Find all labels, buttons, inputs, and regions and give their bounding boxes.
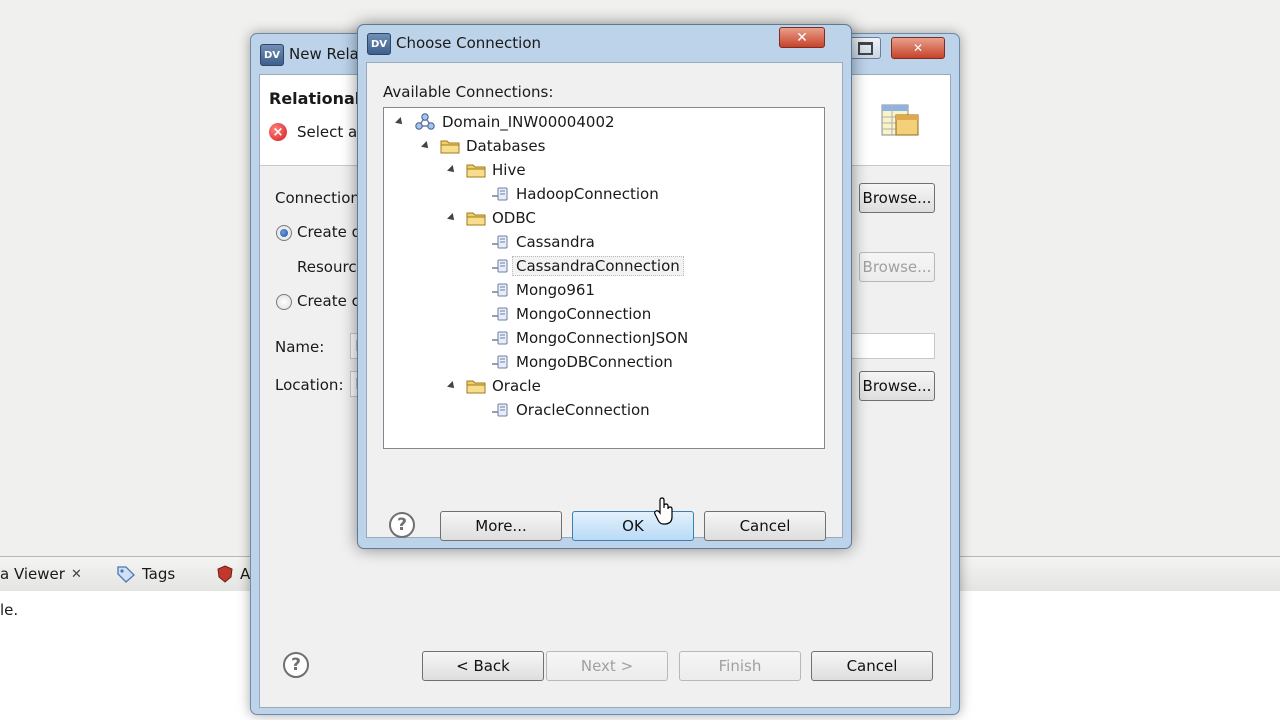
available-connections-label: Available Connections: [383, 83, 554, 101]
view-content-text: le. [0, 601, 19, 619]
tree-item-label: Hive [492, 161, 526, 179]
connection-label: Connection [275, 189, 360, 207]
name-label: Name: [275, 338, 325, 356]
connection-tree[interactable]: Domain_INW00004002 Databases Hive Hadoop… [383, 107, 825, 449]
finish-button[interactable]: Finish [679, 651, 801, 681]
expand-icon[interactable] [447, 381, 457, 391]
maximize-icon [857, 41, 873, 55]
tree-item-mongoconnectionjson[interactable]: MongoConnectionJSON [490, 327, 688, 349]
maximize-button[interactable] [849, 37, 881, 59]
expand-icon[interactable] [395, 117, 405, 127]
help-icon[interactable]: ? [283, 652, 309, 678]
tree-item-odbc[interactable]: ODBC [447, 207, 536, 229]
tree-item-label: ODBC [492, 209, 536, 227]
choose-connection-dialog: DV Choose Connection ✕ Available Connect… [357, 24, 852, 549]
location-label: Location: [275, 376, 344, 394]
help-icon[interactable]: ? [389, 512, 415, 538]
connection-icon [492, 187, 508, 201]
tree-item-label: CassandraConnection [512, 256, 684, 276]
error-icon: × [269, 123, 287, 141]
data-object-icon [881, 104, 919, 136]
tree-item-label: Mongo961 [516, 281, 595, 299]
tree-item-label: MongoDBConnection [516, 353, 673, 371]
tree-item-hadoopconnection[interactable]: HadoopConnection [490, 183, 659, 205]
tree-item-oracleconnection[interactable]: OracleConnection [490, 399, 650, 421]
connection-icon [492, 307, 508, 321]
tree-item-mongodbconnection[interactable]: MongoDBConnection [490, 351, 673, 373]
connection-icon [492, 259, 508, 273]
expand-icon[interactable] [447, 213, 457, 223]
create-custom-radio[interactable] [276, 294, 292, 310]
location-browse-button[interactable]: Browse... [859, 371, 935, 401]
expand-icon[interactable] [421, 141, 431, 151]
folder-icon [466, 164, 486, 177]
create-data-radio[interactable] [276, 225, 292, 241]
dialog-close-button[interactable]: ✕ [779, 27, 825, 48]
connection-icon [492, 235, 508, 249]
tree-item-mongo961[interactable]: Mongo961 [490, 279, 595, 301]
wizard-header-message: Select a [297, 123, 358, 141]
tree-item-label: Oracle [492, 377, 541, 395]
dv-logo-icon: DV [367, 33, 391, 55]
close-icon: ✕ [912, 41, 924, 55]
mouse-pointer-icon [654, 497, 673, 525]
tab-other-label: A [240, 565, 251, 583]
dialog-title: Choose Connection [396, 34, 542, 52]
dialog-cancel-button[interactable]: Cancel [704, 511, 826, 541]
dv-logo-icon: DV [260, 44, 284, 66]
tree-item-cassandraconnection[interactable]: CassandraConnection [490, 255, 684, 277]
tab-data-viewer[interactable]: a Viewer ✕ [0, 565, 82, 583]
close-icon: ✕ [796, 29, 808, 46]
tree-item-mongoconnection[interactable]: MongoConnection [490, 303, 651, 325]
connection-icon [492, 355, 508, 369]
close-icon[interactable]: ✕ [71, 567, 82, 582]
connection-icon [492, 331, 508, 345]
tag-icon [117, 566, 135, 583]
more-button[interactable]: More... [440, 511, 562, 541]
connection-icon [492, 283, 508, 297]
folder-icon [440, 140, 460, 153]
tree-item-label: MongoConnectionJSON [516, 329, 689, 347]
wizard-header-title: Relational [269, 89, 361, 108]
domain-icon [415, 113, 435, 130]
wizard-cancel-button[interactable]: Cancel [811, 651, 933, 681]
tree-item-cassandra[interactable]: Cassandra [490, 231, 595, 253]
tree-item-label: OracleConnection [516, 401, 650, 419]
resource-browse-button[interactable]: Browse... [859, 252, 935, 282]
tree-item-databases[interactable]: Databases [421, 135, 546, 157]
dialog-body: Available Connections: Domain_INW0000400… [366, 62, 843, 541]
wizard-close-button[interactable]: ✕ [891, 37, 945, 59]
connection-browse-button[interactable]: Browse... [859, 183, 935, 213]
tree-item-label: Cassandra [516, 233, 595, 251]
tree-item-hive[interactable]: Hive [447, 159, 526, 181]
folder-icon [466, 212, 486, 225]
tab-other[interactable]: A [216, 565, 250, 583]
tree-item-label: Domain_INW00004002 [442, 113, 615, 131]
tab-tags-label: Tags [142, 565, 176, 583]
tree-item-domain[interactable]: Domain_INW00004002 [395, 111, 615, 133]
tree-item-oracle[interactable]: Oracle [447, 375, 541, 397]
tab-tags[interactable]: Tags [116, 565, 175, 583]
tab-data-viewer-label: a Viewer [0, 565, 65, 583]
back-button[interactable]: < Back [422, 651, 544, 681]
tree-item-label: HadoopConnection [516, 185, 659, 203]
next-button[interactable]: Next > [546, 651, 668, 681]
folder-icon [466, 380, 486, 393]
shield-icon [217, 565, 233, 583]
connection-icon [492, 403, 508, 417]
expand-icon[interactable] [447, 165, 457, 175]
tree-item-label: MongoConnection [516, 305, 652, 323]
tree-item-label: Databases [466, 137, 546, 155]
